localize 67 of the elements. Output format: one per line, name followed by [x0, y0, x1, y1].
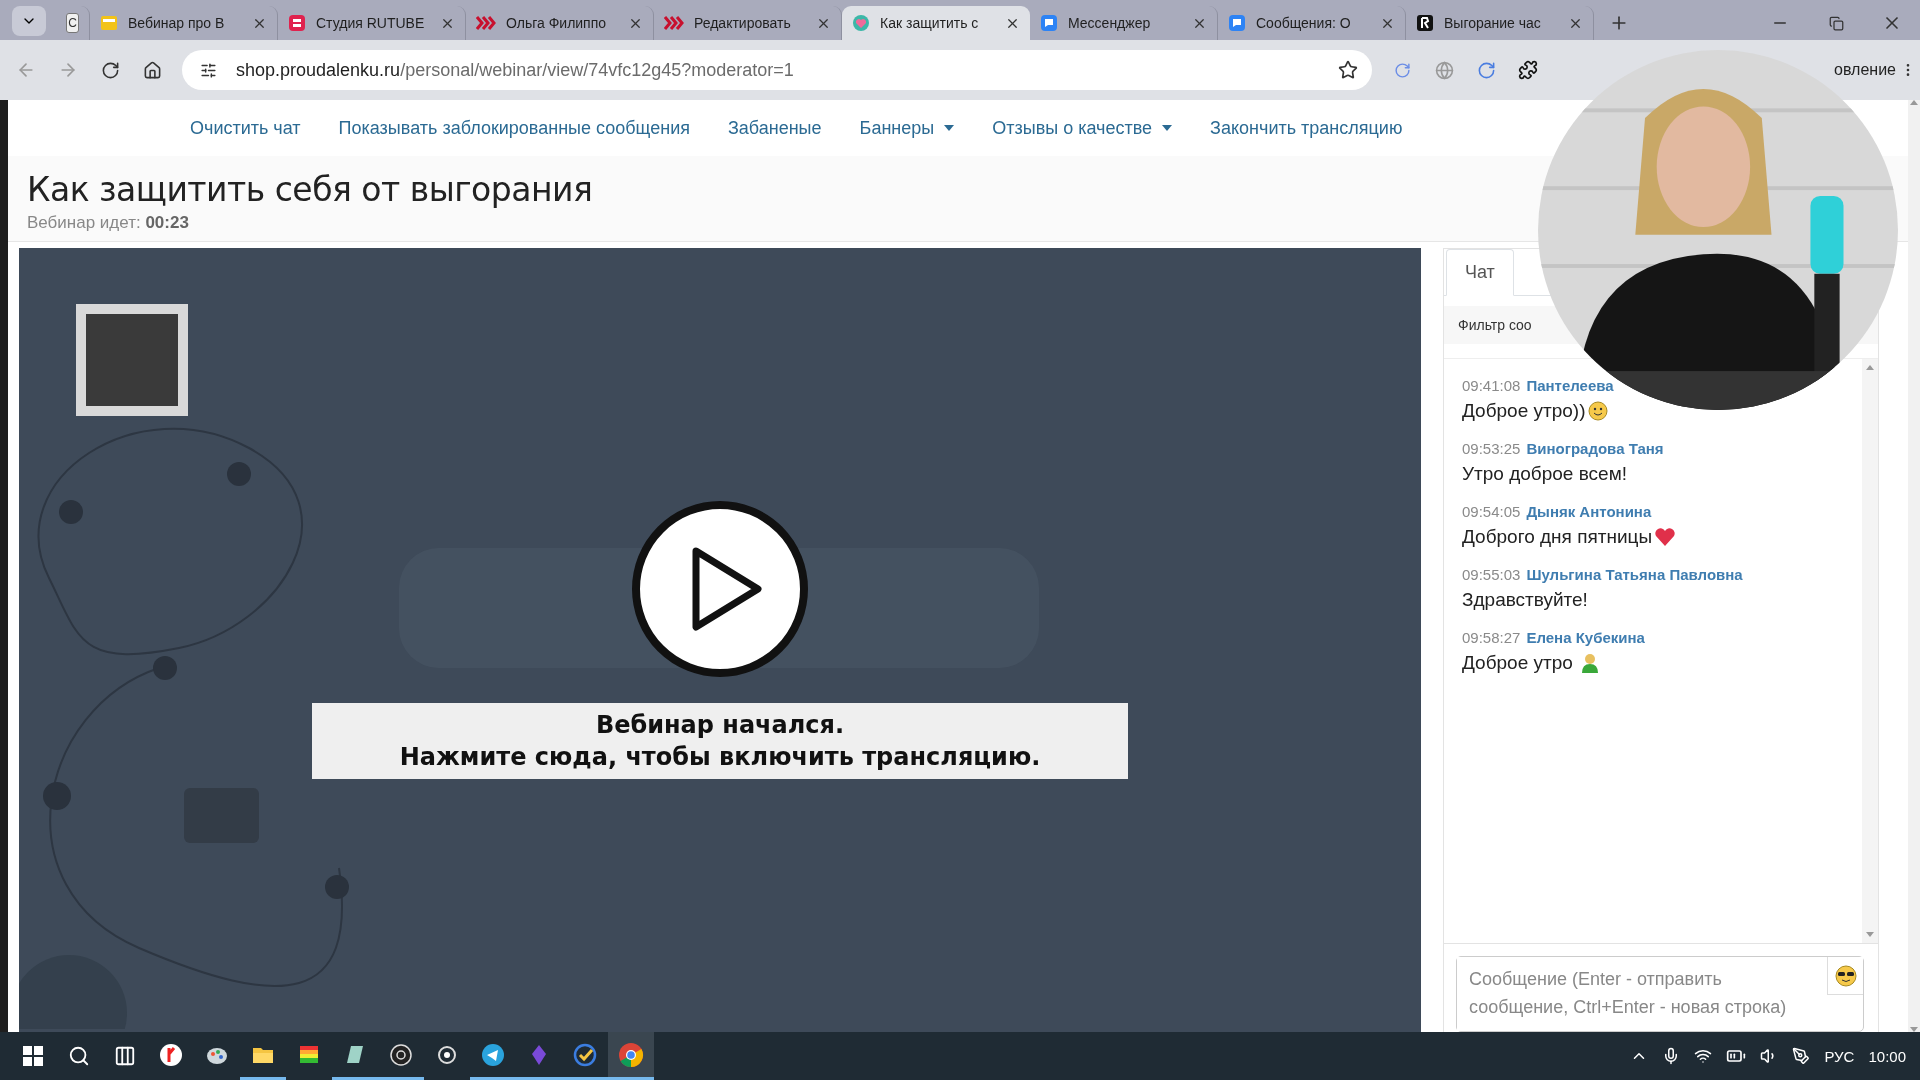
telegram-icon [481, 1042, 505, 1067]
caret-icon [1162, 125, 1173, 131]
message-time: 09:55:03 [1462, 566, 1521, 583]
tab-list-button[interactable] [12, 6, 46, 36]
caret-icon [944, 125, 955, 131]
message-field[interactable]: Сообщение (Enter - отправить сообщение, Ctrl+Enter - новая строка) [1456, 956, 1864, 1032]
emoji-button[interactable] [1827, 957, 1863, 995]
message-time: 09:54:05 [1462, 503, 1521, 520]
chat-icon [1228, 14, 1246, 32]
start-stream-banner[interactable]: Вебинар начался. Нажмите сюда, чтобы включить трансляцию. [312, 703, 1128, 779]
tab-title: Мессенджер [1068, 15, 1151, 31]
record-icon [389, 1042, 413, 1067]
message-author[interactable]: Елена Кубекина [1526, 629, 1645, 646]
wifi-icon[interactable] [1694, 1047, 1713, 1065]
sunglasses-smiley-icon [1834, 964, 1857, 987]
message-time: 09:41:08 [1462, 377, 1521, 394]
url-text: shop.proudalenku.ru/personal/webinar/view/74vfc12g45?moderator=1 [236, 59, 795, 81]
puzzle-icon[interactable] [1516, 58, 1540, 82]
nav-link[interactable]: Баннеры [859, 117, 955, 139]
message-time: 09:53:25 [1462, 440, 1521, 457]
r-logo-icon [1416, 14, 1434, 32]
browser-icon [159, 1042, 183, 1067]
language-indicator[interactable]: РУС [1824, 1047, 1855, 1065]
note-icon [100, 14, 118, 32]
chat-icon [1040, 14, 1058, 32]
tab-title: Студия RUTUBE [316, 15, 425, 31]
pen-icon[interactable] [1792, 1047, 1811, 1065]
chrome-icon [618, 1041, 644, 1068]
message-author[interactable]: Шульгина Татьяна Павловна [1526, 566, 1743, 583]
tab-favicon: С [66, 13, 79, 33]
message-text: Утро доброе всем! [1462, 463, 1627, 485]
update-button[interactable]: овление [1834, 61, 1896, 79]
address-bar[interactable]: shop.proudalenku.ru/personal/webinar/view/74vfc12g45?moderator=1 [182, 50, 1372, 90]
page-scrollbar[interactable] [1908, 100, 1920, 1032]
browser-tab[interactable]: Как защитить с [842, 6, 1030, 40]
tab-title: Ольга Филиппо [506, 15, 607, 31]
nav-link[interactable]: Показывать заблокированные сообщения [338, 117, 690, 139]
play-icon [692, 547, 762, 631]
smiley-icon [1587, 401, 1608, 421]
heart-icon [1654, 527, 1677, 547]
message-text: Доброе утро)) [1462, 400, 1586, 422]
chat-tab[interactable]: Чат [1446, 249, 1514, 296]
message-text: Доброго дня пятницы [1462, 526, 1653, 548]
message-time: 09:58:27 [1462, 629, 1521, 646]
tab-title: Вебинар про В [128, 15, 225, 31]
tab-title: Редактировать [694, 15, 791, 31]
message-author[interactable]: Дыняк Антонина [1526, 503, 1652, 520]
tab-title: Как защитить с [880, 15, 979, 31]
scrollbar[interactable] [1862, 359, 1878, 943]
message-text: Здравствуйте! [1462, 589, 1588, 611]
chevrons-icon [664, 15, 684, 31]
page-title: Как защитить себя от выгорания [27, 170, 594, 209]
nav-link[interactable]: Отзывы о качестве [992, 117, 1173, 139]
person-icon [1580, 652, 1601, 674]
message-author[interactable]: Пантелеева [1526, 377, 1614, 394]
nav-link[interactable]: Забаненые [727, 117, 822, 139]
nav-link[interactable]: Закончить трансляцию [1210, 117, 1403, 139]
tab-title: Выгорание час [1444, 15, 1541, 31]
clock[interactable]: 10:00 [1868, 1047, 1906, 1065]
tab-title: Сообщения: О [1256, 15, 1351, 31]
message-text: Доброе утро [1462, 652, 1574, 674]
chevrons-icon [476, 15, 496, 31]
studio-logo-icon [288, 14, 306, 32]
message-author[interactable]: Виноградова Таня [1526, 440, 1664, 457]
nav-link[interactable]: Очистить чат [190, 117, 301, 139]
windows-start-icon[interactable] [23, 1046, 43, 1066]
webinar-status: Вебинар идет: 00:23 [27, 213, 190, 233]
